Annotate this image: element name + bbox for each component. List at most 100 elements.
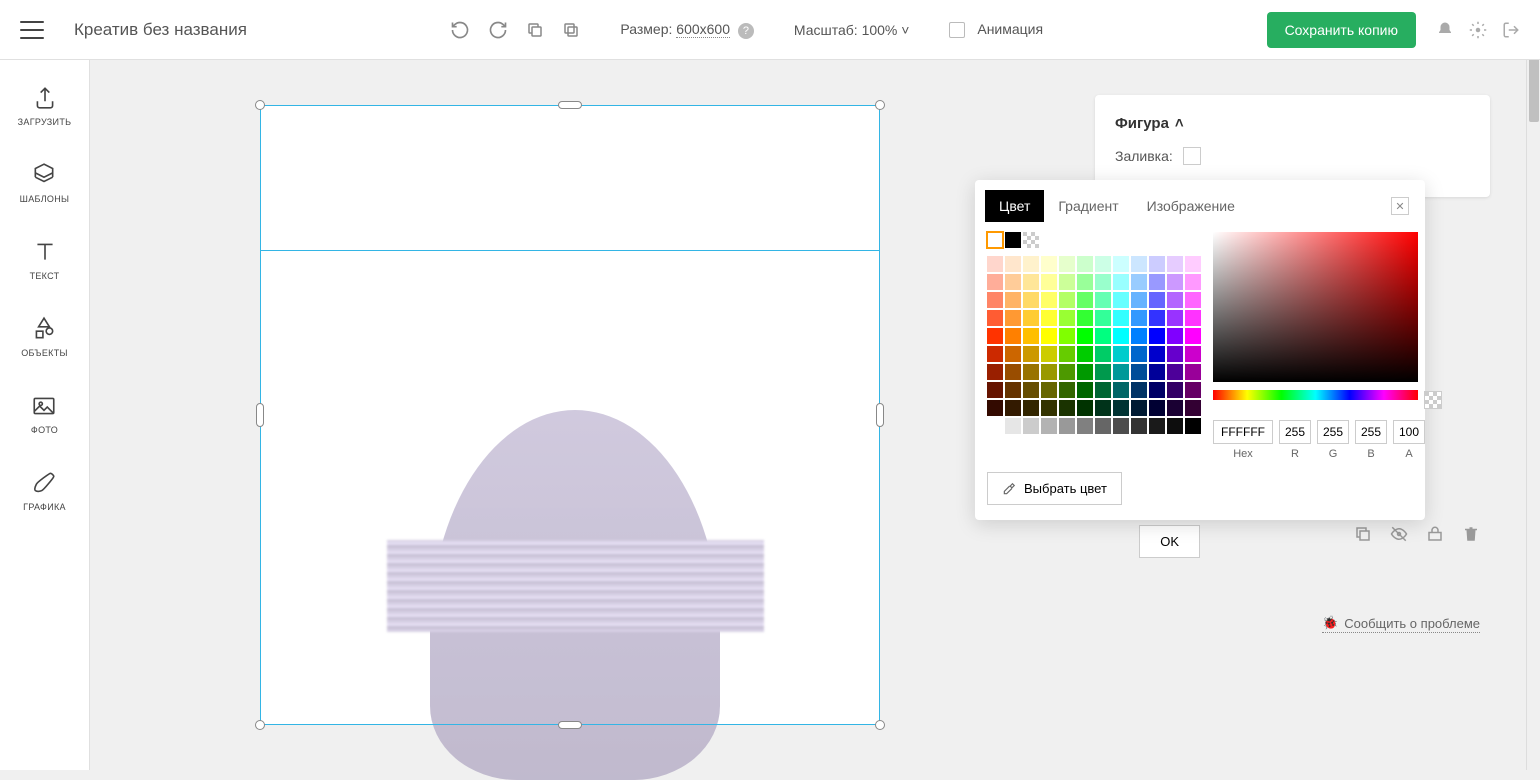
- swatch[interactable]: [1077, 274, 1093, 290]
- swatch[interactable]: [1077, 346, 1093, 362]
- swatch[interactable]: [1023, 364, 1039, 380]
- swatch[interactable]: [1059, 292, 1075, 308]
- swatch[interactable]: [1185, 292, 1201, 308]
- sidebar-item-photo[interactable]: ФОТО: [31, 393, 58, 435]
- swatch[interactable]: [1041, 292, 1057, 308]
- swatch[interactable]: [1041, 400, 1057, 416]
- resize-handle-sw[interactable]: [255, 720, 265, 730]
- lock-icon[interactable]: [1426, 525, 1444, 548]
- swatch[interactable]: [1149, 346, 1165, 362]
- swatch[interactable]: [1041, 328, 1057, 344]
- hex-input[interactable]: [1213, 420, 1273, 444]
- swatch[interactable]: [1077, 256, 1093, 272]
- swatch[interactable]: [1167, 256, 1183, 272]
- swatch[interactable]: [1005, 274, 1021, 290]
- swatch[interactable]: [1095, 346, 1111, 362]
- swatch[interactable]: [1131, 328, 1147, 344]
- swatch[interactable]: [987, 232, 1003, 248]
- swatch[interactable]: [1041, 418, 1057, 434]
- resize-handle-se[interactable]: [875, 720, 885, 730]
- tab-image[interactable]: Изображение: [1133, 190, 1249, 222]
- swatch[interactable]: [987, 382, 1003, 398]
- swatch[interactable]: [1167, 418, 1183, 434]
- visibility-icon[interactable]: [1390, 525, 1408, 548]
- swatch[interactable]: [1077, 292, 1093, 308]
- swatch[interactable]: [1023, 328, 1039, 344]
- swatch[interactable]: [1059, 256, 1075, 272]
- swatch[interactable]: [1185, 256, 1201, 272]
- swatch[interactable]: [1095, 328, 1111, 344]
- sidebar-item-objects[interactable]: ОБЪЕКТЫ: [21, 316, 68, 358]
- exit-icon[interactable]: [1502, 21, 1520, 39]
- swatch[interactable]: [1005, 310, 1021, 326]
- swatch[interactable]: [1005, 346, 1021, 362]
- swatch[interactable]: [1131, 364, 1147, 380]
- swatch[interactable]: [1023, 382, 1039, 398]
- swatch[interactable]: [1149, 364, 1165, 380]
- swatch[interactable]: [1059, 418, 1075, 434]
- swatch[interactable]: [1149, 382, 1165, 398]
- swatch[interactable]: [1113, 382, 1129, 398]
- swatch[interactable]: [1095, 364, 1111, 380]
- swatch[interactable]: [1059, 400, 1075, 416]
- help-icon[interactable]: ?: [738, 23, 754, 39]
- fill-swatch[interactable]: [1183, 147, 1201, 165]
- swatch[interactable]: [1077, 382, 1093, 398]
- sidebar-item-text[interactable]: ТЕКСТ: [30, 239, 60, 281]
- size-control[interactable]: Размер: 600x600 ?: [620, 21, 754, 39]
- swatch[interactable]: [1095, 418, 1111, 434]
- swatch[interactable]: [987, 364, 1003, 380]
- gear-icon[interactable]: [1469, 21, 1487, 39]
- eyedropper-button[interactable]: Выбрать цвет: [987, 472, 1122, 505]
- swatch[interactable]: [1131, 274, 1147, 290]
- swatch[interactable]: [1005, 418, 1021, 434]
- swatch[interactable]: [1005, 256, 1021, 272]
- r-input[interactable]: [1279, 420, 1311, 444]
- swatch[interactable]: [1113, 310, 1129, 326]
- zoom-control[interactable]: Масштаб: 100% ˅: [794, 22, 910, 38]
- swatch[interactable]: [1149, 328, 1165, 344]
- swatch[interactable]: [1149, 418, 1165, 434]
- undo-icon[interactable]: [450, 20, 470, 40]
- swatch[interactable]: [1185, 364, 1201, 380]
- swatch[interactable]: [1149, 292, 1165, 308]
- ok-button[interactable]: OK: [1139, 525, 1200, 558]
- swatch[interactable]: [1131, 418, 1147, 434]
- swatch[interactable]: [1149, 400, 1165, 416]
- swatch[interactable]: [1167, 292, 1183, 308]
- resize-handle-e[interactable]: [876, 403, 884, 427]
- swatch[interactable]: [1077, 310, 1093, 326]
- swatch[interactable]: [1023, 346, 1039, 362]
- swatch[interactable]: [1113, 364, 1129, 380]
- swatch[interactable]: [1131, 310, 1147, 326]
- swatch[interactable]: [1059, 346, 1075, 362]
- swatch[interactable]: [1131, 256, 1147, 272]
- swatch[interactable]: [1167, 400, 1183, 416]
- animation-checkbox[interactable]: [949, 22, 965, 38]
- swatch[interactable]: [1131, 382, 1147, 398]
- sidebar-item-upload[interactable]: ЗАГРУЗИТЬ: [18, 85, 72, 127]
- swatch[interactable]: [987, 400, 1003, 416]
- animation-toggle[interactable]: Анимация: [949, 21, 1043, 38]
- paste-icon[interactable]: [562, 21, 580, 39]
- swatch[interactable]: [987, 310, 1003, 326]
- swatch[interactable]: [1077, 418, 1093, 434]
- swatch[interactable]: [1059, 274, 1075, 290]
- swatch[interactable]: [1095, 274, 1111, 290]
- swatch[interactable]: [987, 274, 1003, 290]
- report-problem-link[interactable]: 🐞 Сообщить о проблеме: [1322, 615, 1480, 633]
- swatch[interactable]: [1005, 328, 1021, 344]
- swatch[interactable]: [1041, 274, 1057, 290]
- swatch[interactable]: [1059, 310, 1075, 326]
- swatch[interactable]: [1185, 274, 1201, 290]
- swatch[interactable]: [987, 346, 1003, 362]
- swatch[interactable]: [1149, 310, 1165, 326]
- g-input[interactable]: [1317, 420, 1349, 444]
- sidebar-item-graphics[interactable]: ГРАФИКА: [23, 470, 66, 512]
- swatch[interactable]: [1167, 328, 1183, 344]
- swatch[interactable]: [1131, 346, 1147, 362]
- a-input[interactable]: [1393, 420, 1425, 444]
- swatch[interactable]: [1149, 274, 1165, 290]
- swatch[interactable]: [1023, 418, 1039, 434]
- swatch[interactable]: [1095, 256, 1111, 272]
